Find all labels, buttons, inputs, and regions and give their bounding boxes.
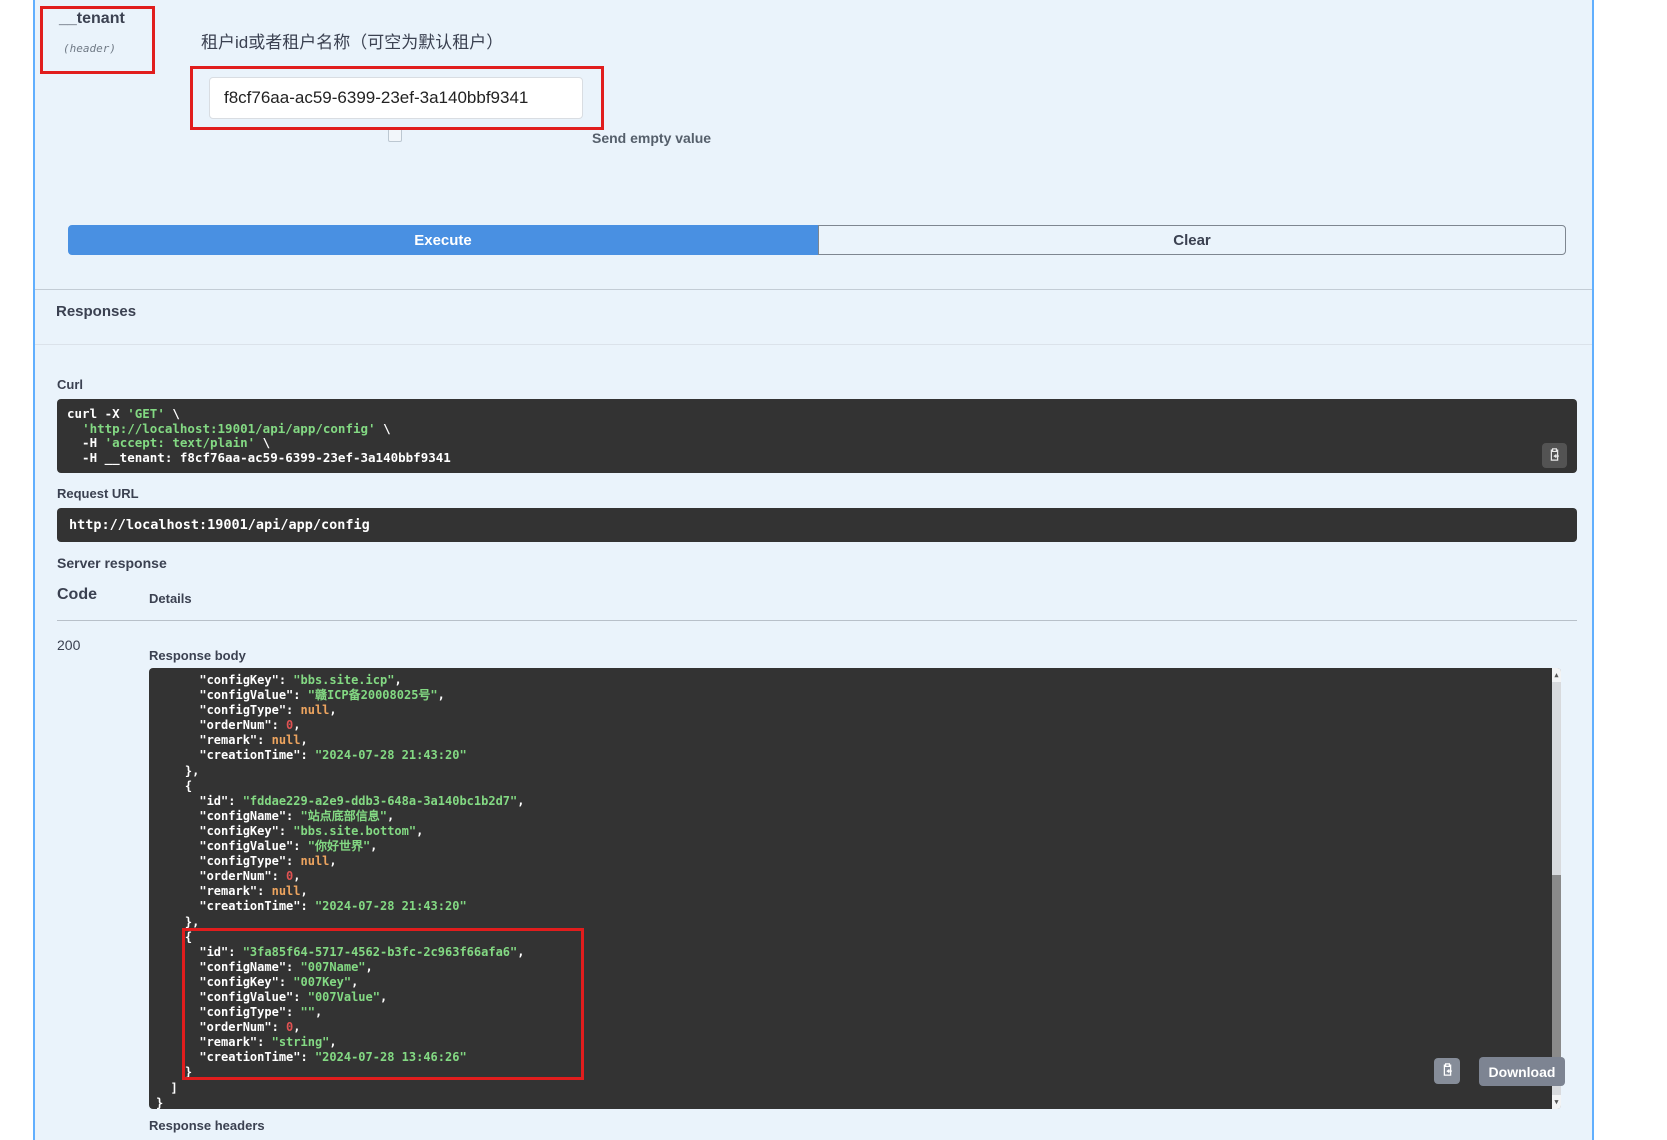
- response-table-divider: [57, 620, 1577, 621]
- curl-copy-button[interactable]: [1542, 443, 1567, 468]
- scrollbar-thumb[interactable]: [1552, 875, 1561, 1077]
- response-copy-button[interactable]: [1434, 1058, 1460, 1084]
- swagger-operation-page: __tenant (header) 租户id或者租户名称（可空为默认租户） Se…: [0, 0, 1667, 1140]
- response-body-label: Response body: [149, 648, 246, 663]
- response-headers-label: Response headers: [149, 1118, 265, 1133]
- clipboard-copy-icon: [1547, 447, 1562, 465]
- server-response-label: Server response: [57, 555, 167, 571]
- curl-code-block: curl -X 'GET' \ 'http://localhost:19001/…: [57, 399, 1577, 473]
- status-code: 200: [57, 637, 80, 653]
- responses-divider-top: [35, 289, 1592, 290]
- responses-divider-bottom: [35, 344, 1592, 345]
- request-url-label: Request URL: [57, 486, 139, 501]
- curl-command: curl -X 'GET' \ 'http://localhost:19001/…: [67, 407, 1567, 465]
- details-column-header: Details: [149, 591, 192, 606]
- scroll-up-arrow-icon[interactable]: ▲: [1552, 668, 1561, 682]
- request-url-value: http://localhost:19001/api/app/config: [69, 517, 1565, 533]
- response-scrollbar[interactable]: ▲ ▼: [1552, 668, 1561, 1109]
- parameter-description: 租户id或者租户名称（可空为默认租户）: [201, 28, 503, 53]
- code-column-header: Code: [57, 586, 97, 604]
- request-url-block: http://localhost:19001/api/app/config: [57, 508, 1577, 542]
- execute-button[interactable]: Execute: [68, 225, 818, 255]
- send-empty-value-checkbox[interactable]: [388, 128, 402, 142]
- curl-label: Curl: [57, 377, 83, 392]
- annotation-box-parameter-value: [190, 66, 604, 130]
- annotation-box-response-item: [182, 928, 584, 1080]
- annotation-box-parameter-name: [40, 6, 155, 74]
- responses-title: Responses: [56, 303, 136, 320]
- download-button[interactable]: Download: [1479, 1057, 1565, 1086]
- clipboard-copy-icon: [1440, 1062, 1455, 1080]
- scroll-down-arrow-icon[interactable]: ▼: [1552, 1095, 1561, 1109]
- clear-button[interactable]: Clear: [818, 225, 1566, 255]
- operation-panel: __tenant (header) 租户id或者租户名称（可空为默认租户） Se…: [33, 0, 1594, 1140]
- send-empty-value-label: Send empty value: [592, 130, 711, 146]
